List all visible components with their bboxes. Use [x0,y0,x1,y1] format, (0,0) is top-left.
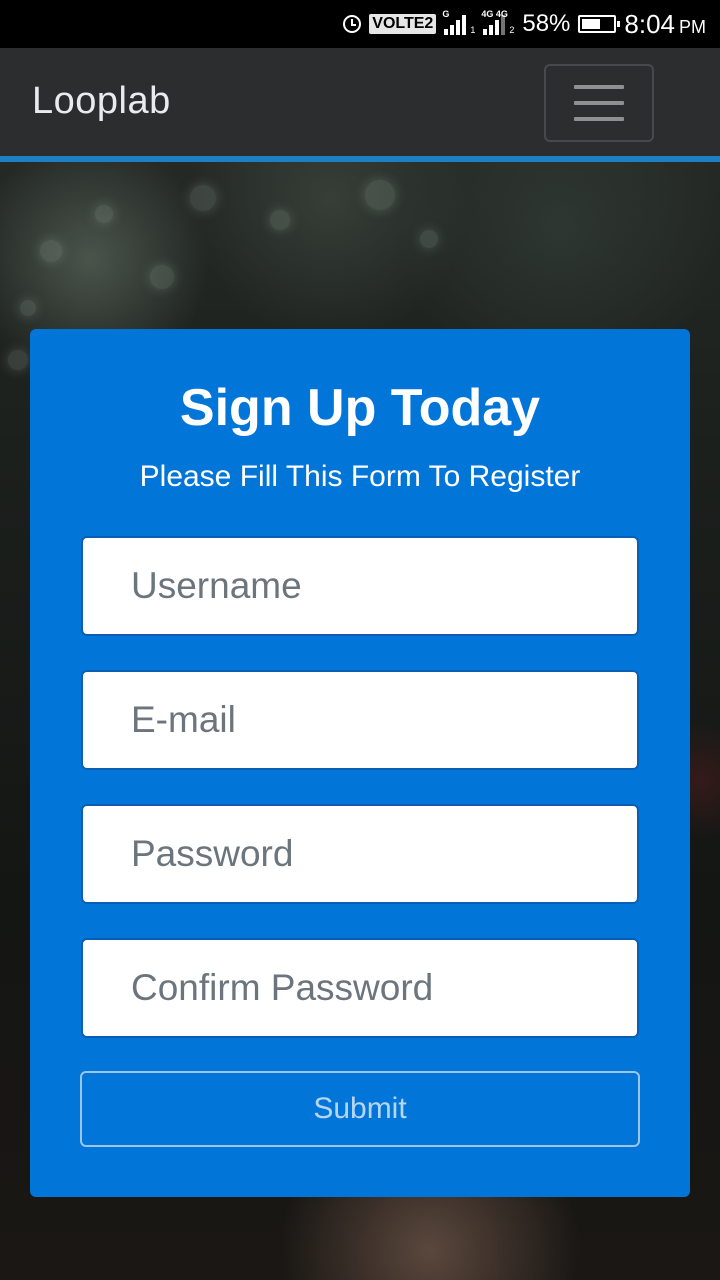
alarm-icon [343,15,362,33]
battery-percentage: 58% [522,10,571,37]
sim-slot-label: 1 [470,25,476,35]
hamburger-icon [574,101,624,105]
sim-slot-label: 2 [509,25,515,35]
bokeh-light [420,230,438,248]
submit-button[interactable]: Submit [80,1071,640,1147]
status-bar: VOLTE2 G 1 4G 4G 2 58% 8:04 PM [0,0,720,48]
bokeh-light [8,350,28,370]
brand-logo-text[interactable]: Looplab [32,80,171,123]
clock: 8:04 PM [624,9,706,40]
hamburger-icon [574,85,624,89]
email-input[interactable] [81,670,639,770]
hamburger-icon [574,117,624,121]
clock-ampm: PM [679,16,706,37]
battery-fill [582,19,600,29]
bokeh-light [190,185,216,211]
username-input[interactable] [81,536,639,636]
signal-icon: G 1 [442,9,476,35]
signup-title: Sign Up Today [179,379,541,437]
bokeh-light [365,180,395,210]
bokeh-light [270,210,290,230]
menu-toggle-button[interactable] [544,64,654,142]
network-type-label: G [442,9,450,19]
password-input[interactable] [81,804,639,904]
bokeh-light [40,240,62,262]
bokeh-light [95,205,113,223]
volte-badge: VOLTE2 [369,14,437,34]
clock-time: 8:04 [624,8,675,39]
status-icons: VOLTE2 G 1 4G 4G 2 58% 8:04 PM [343,0,706,48]
signal-icon: 4G 4G 2 [481,9,515,35]
confirm-password-input[interactable] [81,938,639,1038]
bokeh-light [20,300,36,316]
bokeh-light [150,265,174,289]
battery-icon [578,15,621,33]
navbar: Looplab [0,48,720,162]
signup-subtitle: Please Fill This Form To Register [139,460,581,493]
